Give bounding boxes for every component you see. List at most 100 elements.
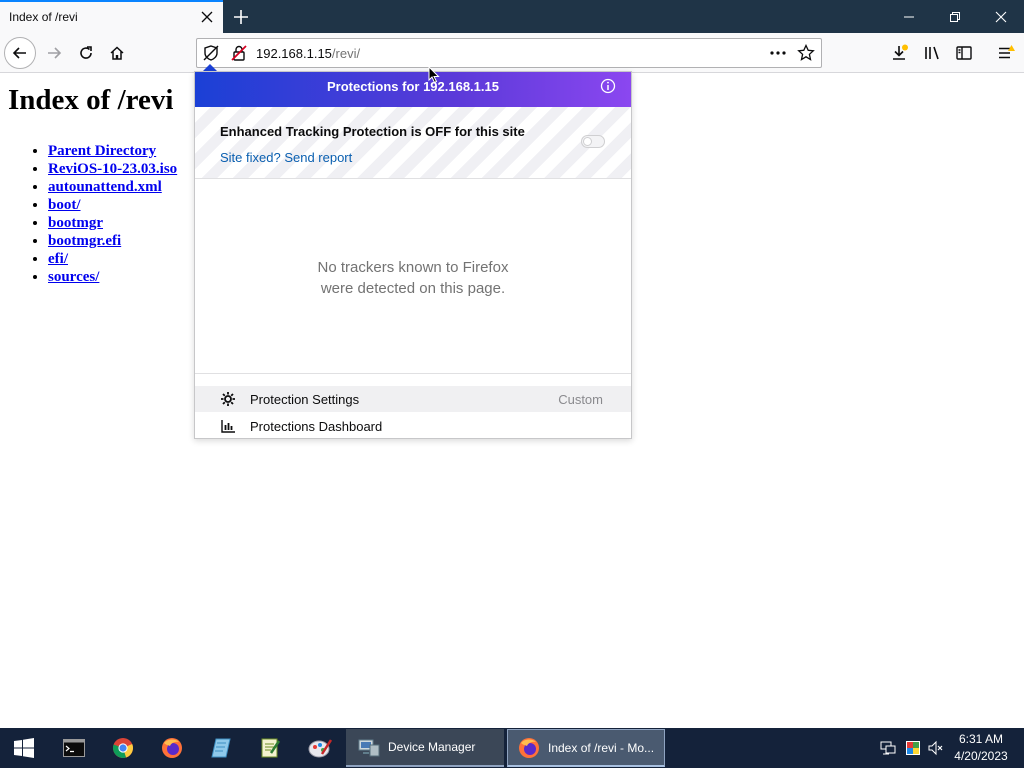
home-icon [110,46,124,60]
protection-settings-button[interactable]: Protection Settings Custom [195,386,631,412]
sidebar-button[interactable] [948,37,980,69]
reload-button[interactable] [70,37,102,69]
taskbar-app-1[interactable] [197,728,245,768]
send-report-link[interactable]: Site fixed? Send report [220,150,352,165]
start-button[interactable] [0,728,48,768]
no-trackers-line-1: No trackers known to Firefox [317,259,509,276]
download-icon [893,44,908,60]
restore-icon [950,11,960,22]
protections-dashboard-button[interactable]: Protections Dashboard [195,413,631,439]
protections-panel: Protections for 192.168.1.15 Enhanced Tr… [194,71,632,439]
taskbar-chrome[interactable] [99,728,147,768]
notepad-plus-plus-icon [261,738,281,758]
toggle-knob [583,137,592,146]
list-item: bootmgr.efi [48,232,177,250]
directory-link[interactable]: sources/ [48,269,99,285]
list-item: boot/ [48,196,177,214]
taskbar-window-label: Device Manager [388,740,476,754]
mouse-cursor-icon [428,66,440,84]
bookmark-star-icon[interactable] [797,44,815,62]
directory-link[interactable]: boot/ [48,197,81,213]
reload-icon [80,46,92,59]
clock-time: 6:31 AM [958,732,1004,746]
network-icon[interactable] [880,740,896,756]
minimize-button[interactable] [886,0,932,33]
panel-header: Protections for 192.168.1.15 [195,72,631,107]
taskbar-firefox[interactable] [148,728,196,768]
browser-tab[interactable]: Index of /revi [0,0,223,33]
color-tray-icon[interactable] [905,740,921,756]
tracking-protection-toggle[interactable] [581,135,605,148]
directory-link[interactable]: ReviOS-10-23.03.iso [48,161,177,177]
forward-arrow-icon [48,47,62,59]
sidebar-icon [956,46,972,60]
insecure-connection-icon[interactable] [230,44,248,62]
list-item: sources/ [48,268,177,286]
url-bar[interactable]: 192.168.1.15/revi/ [196,38,822,68]
firefox-icon [519,737,539,758]
device-manager-icon [358,739,380,757]
list-item: Parent Directory [48,142,177,160]
page-title: Index of /revi [8,84,174,116]
new-tab-icon[interactable] [230,6,252,28]
close-tab-icon[interactable] [198,8,216,26]
no-trackers-line-2: were detected on this page. [320,280,506,297]
back-arrow-icon [12,47,26,59]
blue-document-icon [211,738,231,758]
bar-chart-icon [221,420,235,433]
taskbar-app-3[interactable] [296,728,344,768]
url-path: /revi/ [331,46,361,61]
directory-link[interactable]: bootmgr [48,215,103,231]
list-item: ReviOS-10-23.03.iso [48,160,177,178]
no-trackers-message: No trackers known to Firefox were detect… [195,257,631,299]
downloads-button[interactable] [884,37,916,69]
volume-muted-icon[interactable] [928,740,944,756]
directory-link[interactable]: autounattend.xml [48,179,162,195]
protection-settings-value: Custom [558,392,603,407]
page-actions-icon[interactable] [769,44,787,62]
directory-link[interactable]: Parent Directory [48,143,156,159]
protections-dashboard-label: Protections Dashboard [250,419,383,434]
back-button[interactable] [4,37,36,69]
url-host: 192.168.1.15 [256,46,332,61]
hamburger-menu-icon [999,45,1015,59]
home-button[interactable] [101,37,133,69]
info-icon[interactable] [600,78,616,94]
close-window-button[interactable] [978,0,1024,33]
directory-link[interactable]: bootmgr.efi [48,233,121,249]
taskbar: Device Manager Index of /revi - Mo... 6:… [0,728,1024,768]
taskbar-window-label: Index of /revi - Mo... [548,740,655,755]
tab-strip: Index of /revi [0,0,1024,33]
library-icon [925,46,939,60]
minimize-icon [904,16,914,17]
paint-brush-icon [308,739,332,758]
list-item: autounattend.xml [48,178,177,196]
list-item: efi/ [48,250,177,268]
gear-icon [221,392,235,406]
etp-status-text: Enhanced Tracking Protection is OFF for … [220,124,525,139]
tracking-protection-off-icon[interactable] [202,44,220,62]
tab-title: Index of /revi [9,10,78,24]
divider [195,373,631,374]
forward-button[interactable] [38,37,70,69]
directory-link[interactable]: efi/ [48,251,68,267]
taskbar-app-2[interactable] [246,728,294,768]
taskbar-device-manager[interactable]: Device Manager [346,729,504,767]
panel-header-title: Protections for 192.168.1.15 [327,79,499,94]
chrome-icon [112,738,134,758]
protection-settings-label: Protection Settings [250,392,360,407]
list-item: bootmgr [48,214,177,232]
clock-date: 4/20/2023 [954,749,1008,763]
navigation-toolbar: 192.168.1.15/revi/ [0,33,1024,73]
system-clock[interactable]: 6:31 AM 4/20/2023 [946,731,1016,765]
library-button[interactable] [916,37,948,69]
command-prompt-icon [63,739,85,757]
menu-button[interactable] [990,37,1022,69]
restore-button[interactable] [932,0,978,33]
taskbar-firefox-window[interactable]: Index of /revi - Mo... [507,729,665,767]
taskbar-cmd[interactable] [50,728,98,768]
url-text[interactable]: 192.168.1.15/revi/ [256,46,360,61]
close-icon [995,11,1007,22]
tracking-protection-section: Enhanced Tracking Protection is OFF for … [195,107,631,179]
firefox-icon [162,738,182,758]
